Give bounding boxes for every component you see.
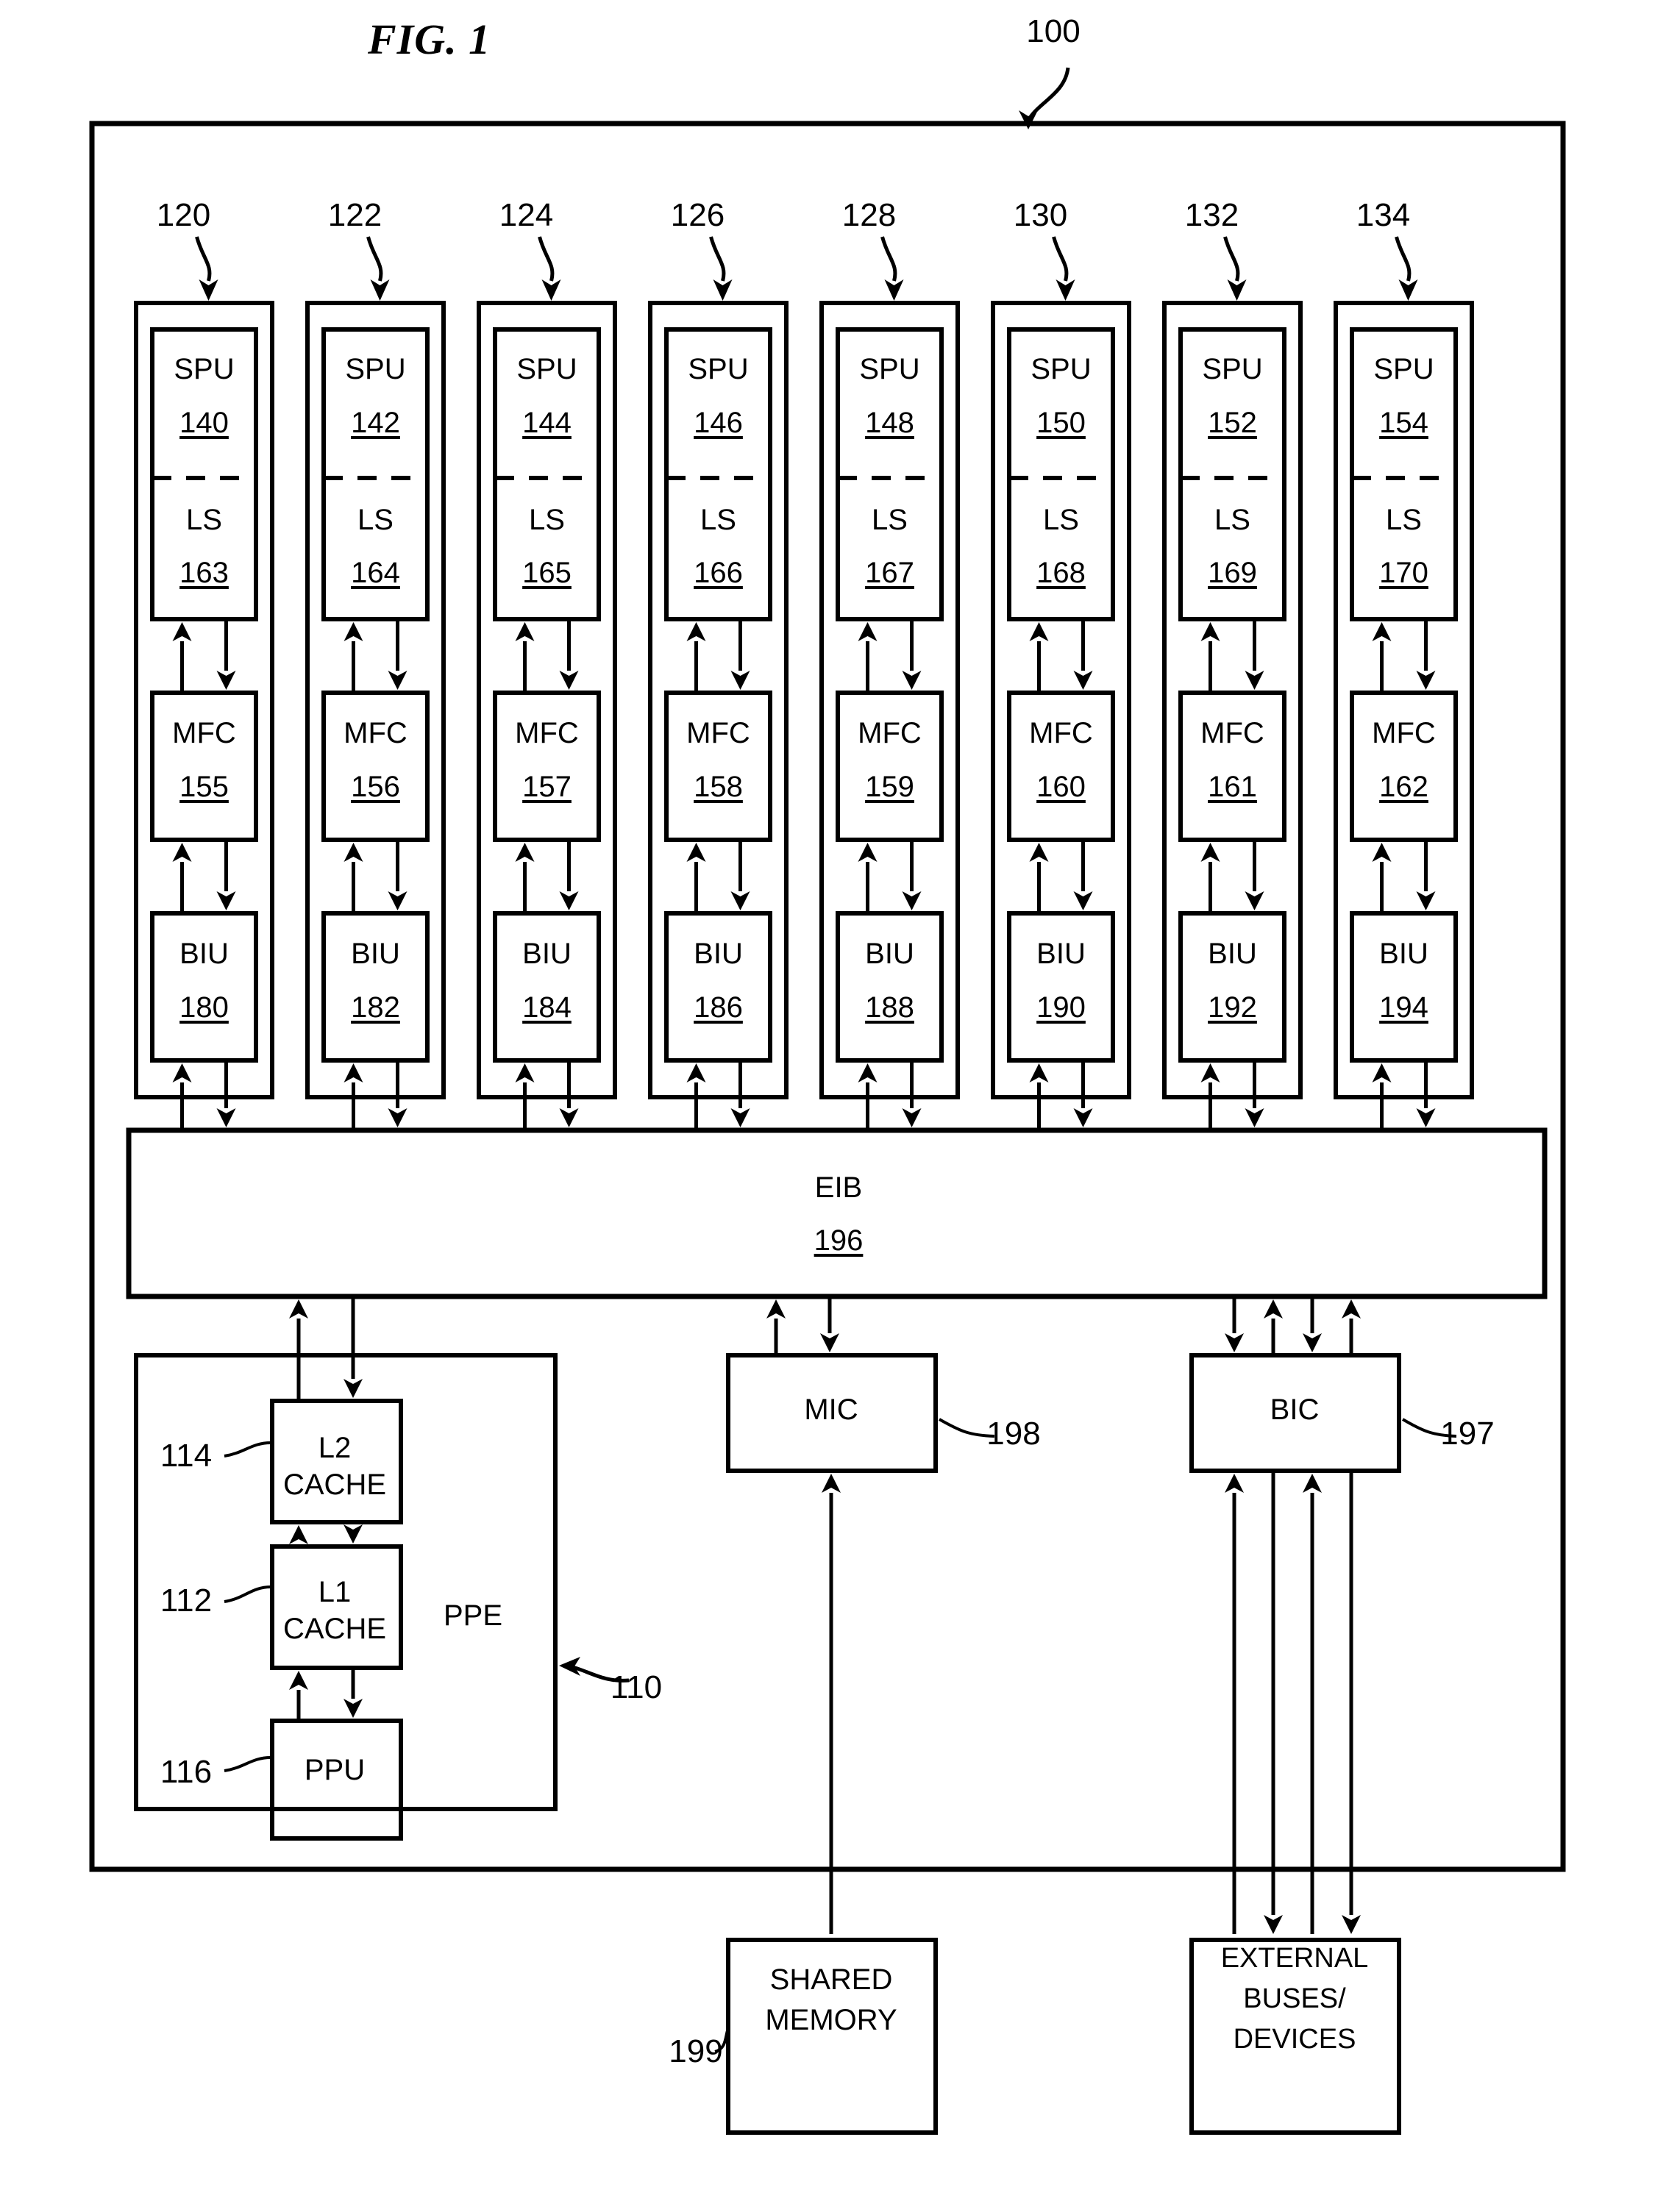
spu-ref-146: 146 (694, 407, 743, 439)
spu-label-152: SPU (1202, 353, 1263, 385)
shared-memory-line1: SHARED (769, 1963, 893, 1996)
spe-ref-130: 130 (1013, 197, 1068, 233)
ppe-ref: 110 (610, 1669, 663, 1705)
spu-ref-148: 148 (865, 407, 914, 439)
biu-label-180: BIU (179, 938, 229, 970)
ls-label-167: LS (872, 504, 908, 536)
mfc-ref-159: 159 (865, 771, 914, 803)
biu-ref-186: 186 (694, 991, 743, 1024)
biu-label-188: BIU (865, 938, 914, 970)
ls-ref-167: 167 (865, 557, 914, 589)
shared-memory-ref: 199 (669, 2033, 723, 2069)
l1-cache-ref: 112 (160, 1583, 213, 1619)
mfc-label-158: MFC (686, 717, 750, 749)
biu-ref-188: 188 (865, 991, 914, 1024)
ppu-label: PPU (304, 1754, 366, 1786)
eib-ref: 196 (814, 1224, 864, 1257)
ls-label-170: LS (1386, 504, 1422, 536)
spu-label-142: SPU (345, 353, 406, 385)
ls-label-163: LS (186, 504, 222, 536)
ls-ref-170: 170 (1379, 557, 1428, 589)
mfc-label-161: MFC (1200, 717, 1264, 749)
figure-title: FIG. 1 (368, 15, 491, 63)
l2-cache-label-line2: CACHE (282, 1469, 387, 1501)
biu-ref-190: 190 (1036, 991, 1086, 1024)
spe-ref-128: 128 (841, 197, 897, 233)
ppu-ref: 116 (160, 1754, 213, 1790)
spu-ref-154: 154 (1379, 407, 1428, 439)
biu-label-184: BIU (522, 938, 572, 970)
ls-ref-163: 163 (179, 557, 229, 589)
spu-label-144: SPU (516, 353, 577, 385)
spu-label-150: SPU (1031, 353, 1092, 385)
mfc-label-156: MFC (344, 717, 407, 749)
shared-memory-line2: MEMORY (765, 2004, 897, 2036)
biu-ref-184: 184 (522, 991, 572, 1024)
external-line2: BUSES/ (1243, 1983, 1346, 2014)
mic-ref: 198 (986, 1416, 1041, 1452)
mfc-ref-155: 155 (179, 771, 229, 803)
spe-ref-120: 120 (156, 197, 211, 233)
mfc-label-162: MFC (1372, 717, 1436, 749)
biu-label-182: BIU (351, 938, 400, 970)
l1-cache-label-line2: CACHE (282, 1613, 387, 1645)
mfc-label-157: MFC (515, 717, 579, 749)
biu-ref-180: 180 (179, 991, 229, 1024)
spu-ref-142: 142 (351, 407, 400, 439)
biu-ref-194: 194 (1379, 991, 1428, 1024)
ls-label-169: LS (1214, 504, 1250, 536)
spu-ref-150: 150 (1036, 407, 1086, 439)
ls-label-168: LS (1043, 504, 1079, 536)
l1-cache-label-line1: L1 (318, 1576, 352, 1608)
ls-ref-166: 166 (694, 557, 743, 589)
ls-ref-165: 165 (522, 557, 572, 589)
eib-label: EIB (814, 1171, 863, 1204)
patent-figure-canvas: FIG. 1 100 120 122 124 126 128 130 132 1… (0, 0, 1680, 2212)
bic-label: BIC (1270, 1394, 1320, 1426)
ls-ref-169: 169 (1208, 557, 1257, 589)
spe-ref-132: 132 (1184, 197, 1239, 233)
mfc-label-159: MFC (858, 717, 922, 749)
biu-ref-182: 182 (351, 991, 400, 1024)
diagram-vector-layer (89, 67, 1566, 2135)
external-line3: DEVICES (1233, 2024, 1356, 2055)
mfc-ref-160: 160 (1036, 771, 1086, 803)
spe-ref-122: 122 (327, 197, 382, 233)
spu-ref-144: 144 (522, 407, 572, 439)
system-ref-label: 100 (1026, 13, 1081, 49)
spe-ref-134: 134 (1356, 197, 1411, 233)
mfc-label-155: MFC (172, 717, 236, 749)
external-line1: EXTERNAL (1220, 1943, 1369, 1974)
mfc-ref-162: 162 (1379, 771, 1428, 803)
ppe-label: PPE (443, 1599, 503, 1632)
spu-label-140: SPU (174, 353, 235, 385)
mfc-ref-157: 157 (522, 771, 572, 803)
spu-ref-140: 140 (179, 407, 229, 439)
spu-label-154: SPU (1373, 353, 1434, 385)
spu-ref-152: 152 (1208, 407, 1257, 439)
biu-ref-192: 192 (1208, 991, 1257, 1024)
bic-ref: 197 (1440, 1416, 1495, 1452)
ls-label-164: LS (357, 504, 394, 536)
mfc-ref-156: 156 (351, 771, 400, 803)
mfc-label-160: MFC (1029, 717, 1093, 749)
biu-label-192: BIU (1208, 938, 1257, 970)
spu-label-146: SPU (688, 353, 749, 385)
biu-label-186: BIU (694, 938, 743, 970)
biu-label-194: BIU (1379, 938, 1428, 970)
ls-ref-168: 168 (1036, 557, 1086, 589)
l2-cache-ref: 114 (160, 1438, 213, 1474)
mic-label: MIC (804, 1394, 858, 1426)
ls-label-166: LS (700, 504, 736, 536)
spe-ref-126: 126 (670, 197, 725, 233)
mfc-ref-158: 158 (694, 771, 743, 803)
l2-cache-label-line1: L2 (318, 1432, 352, 1464)
biu-label-190: BIU (1036, 938, 1086, 970)
mfc-ref-161: 161 (1208, 771, 1257, 803)
spe-ref-124: 124 (499, 197, 554, 233)
spu-label-148: SPU (859, 353, 920, 385)
ls-label-165: LS (529, 504, 565, 536)
ls-ref-164: 164 (351, 557, 400, 589)
